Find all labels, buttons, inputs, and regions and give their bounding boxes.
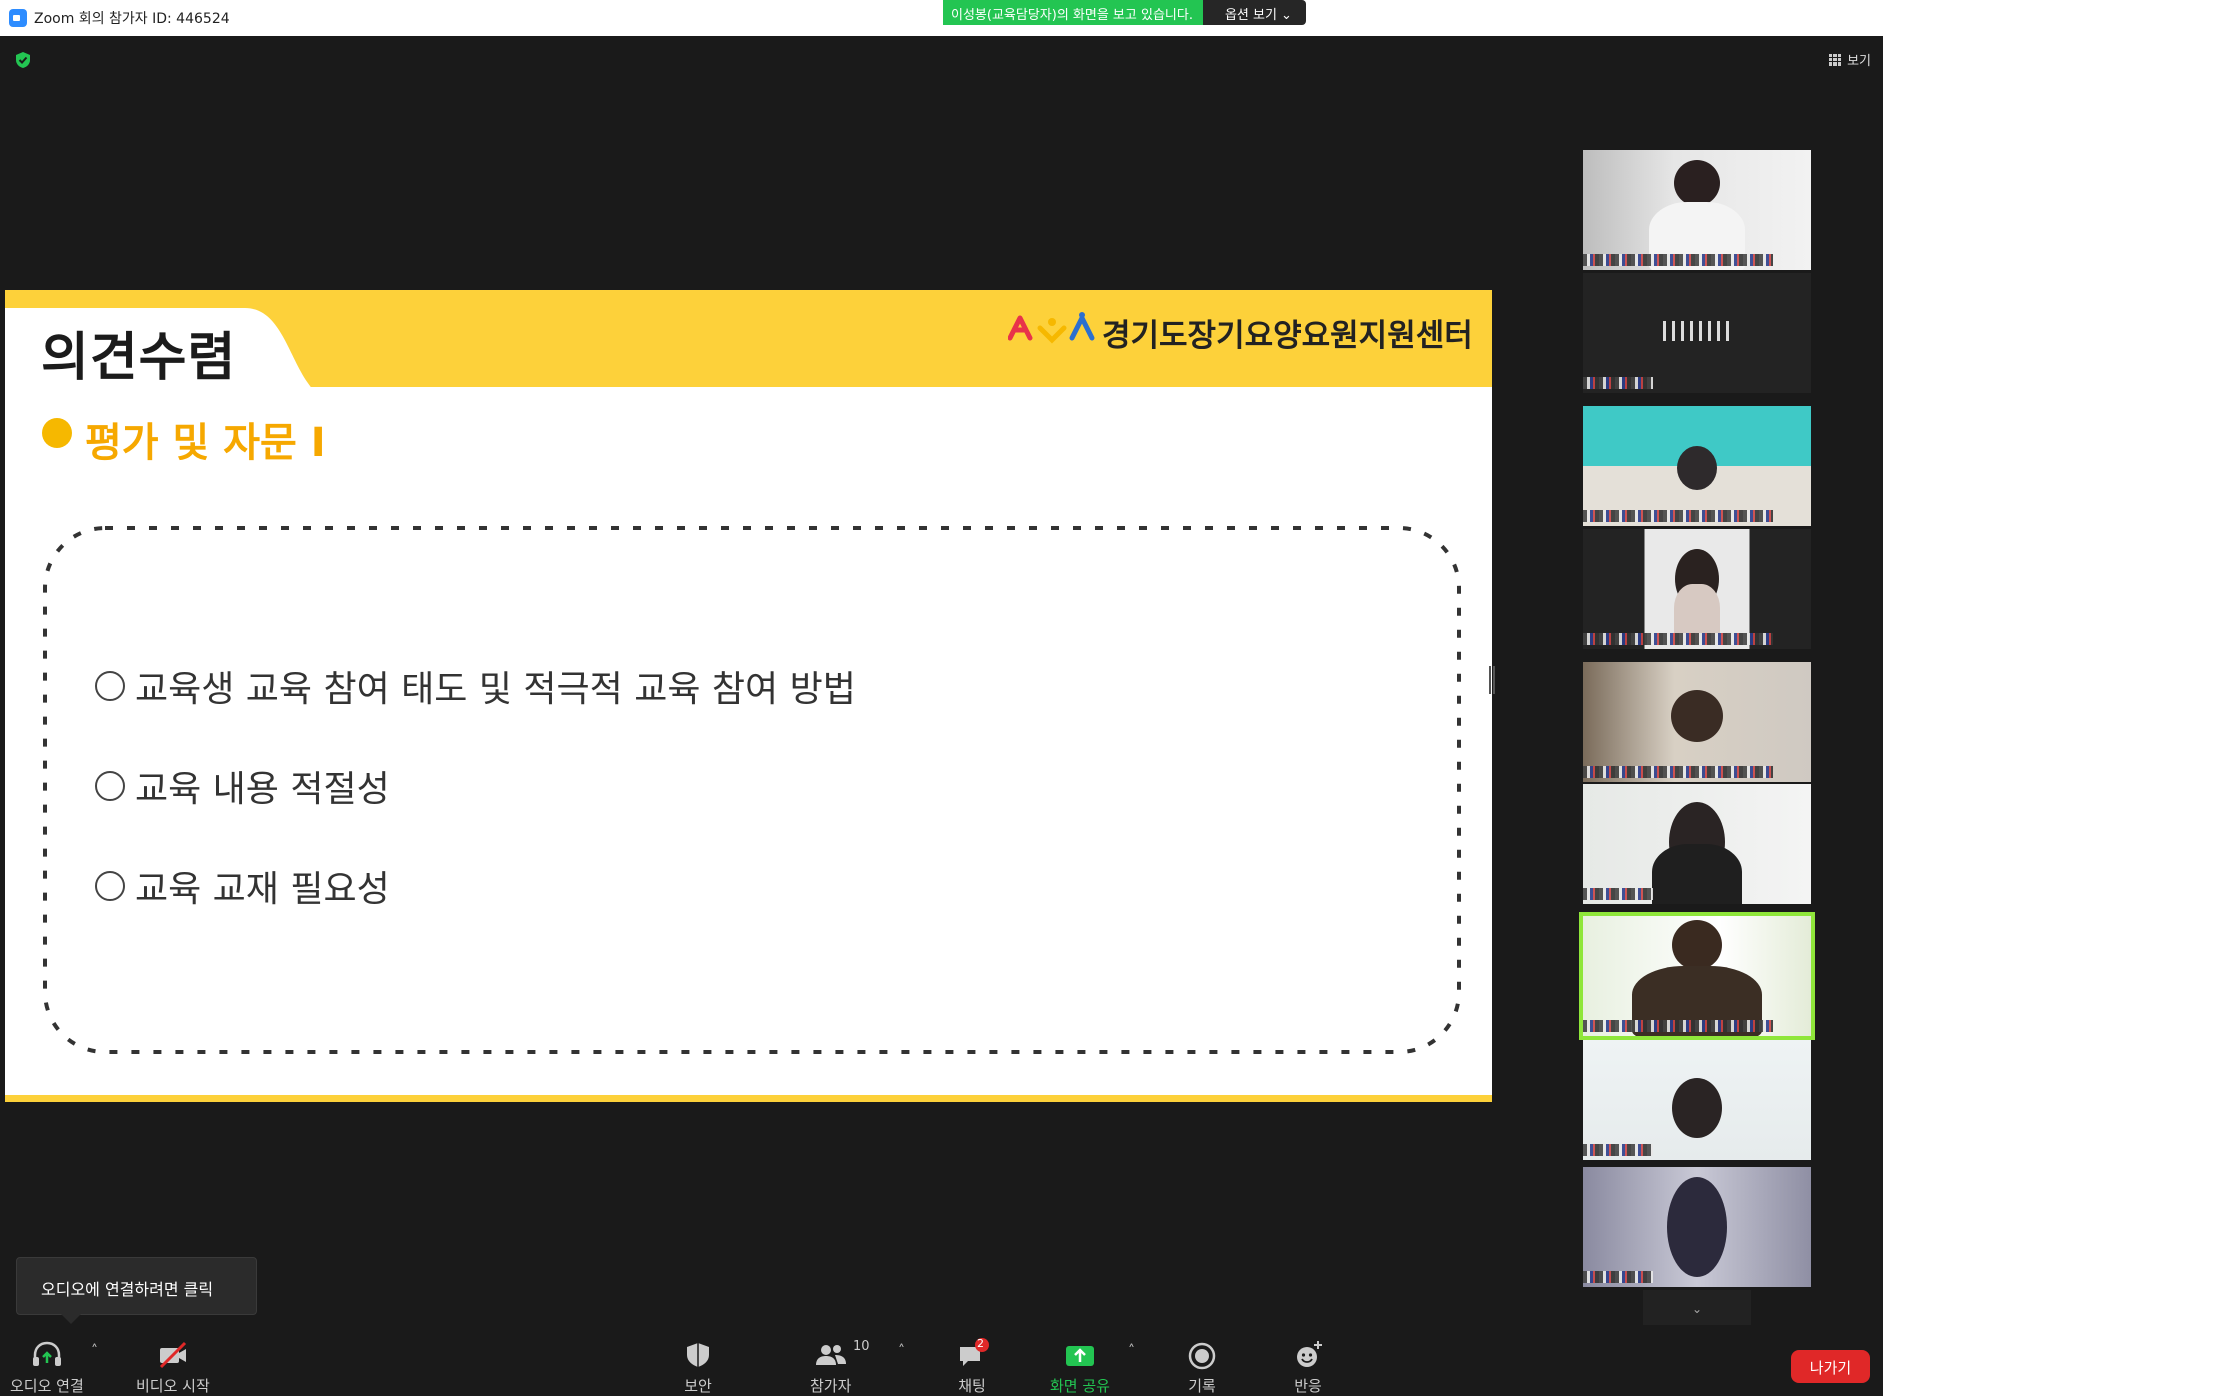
audio-connect-button[interactable]: 오디오 연결 [10,1325,84,1396]
reactions-button[interactable]: 반응 [1290,1325,1326,1396]
viewing-banner-text: 이성봉(교육담당자)의 화면을 보고 있습니다. [943,0,1203,25]
view-button-label: 보기 [1847,54,1871,69]
chat-button[interactable]: 채팅 [954,1325,990,1396]
participant-tile-active-speaker[interactable] [1579,912,1815,1040]
record-icon [1188,1342,1216,1370]
share-caret-icon[interactable]: ˄ [1128,1343,1135,1359]
circle-bullet-icon [95,671,125,701]
participants-label: 참가자 [810,1377,852,1395]
section-title: 평가 및 자문 I [85,420,326,466]
section-bullet-icon [42,418,72,448]
slide-title: 의견수렴 [41,328,237,388]
reactions-icon [1297,1341,1322,1367]
chat-label: 채팅 [958,1377,986,1395]
panel-splitter-handle[interactable] [1489,666,1495,694]
circle-bullet-icon [95,771,125,801]
participant-tile[interactable] [1583,662,1811,782]
list-item: 교육생 교육 참여 태도 및 적극적 교육 참여 방법 [95,660,856,712]
panel-scroll-down-button[interactable]: ⌄ [1643,1290,1751,1328]
view-button[interactable]: 보기 [1829,50,1871,69]
video-off-icon [159,1341,186,1369]
security-button[interactable]: 보안 [680,1325,716,1396]
list-item-text: 교육 내용 적절성 [135,769,390,810]
headphones-icon [32,1341,61,1366]
chat-icon [960,1338,989,1366]
participant-tile[interactable] [1583,1167,1811,1287]
shared-screen-slide: 의견수렴 경기도장기요양요원지원센터 평가 및 자문 I 교육생 교육 참여 태… [5,290,1492,1102]
share-screen-button[interactable]: 화면 공유 [1050,1325,1110,1396]
list-item: 교육 교재 필요성 [95,860,390,912]
video-start-label: 비디오 시작 [136,1377,210,1395]
security-label: 보안 [684,1377,712,1395]
window-title: Zoom 회의 참가자 ID: 446524 [34,11,230,27]
participants-caret-icon[interactable]: ˄ [898,1343,905,1359]
participant-tile[interactable] [1583,406,1811,526]
participants-button[interactable]: 참가자 [810,1325,851,1396]
participant-tile[interactable] [1583,1040,1811,1160]
participant-tile[interactable] [1583,273,1811,393]
participants-count: 10 [853,1339,870,1354]
window-titlebar: Zoom 회의 참가자 ID: 446524 이성봉(교육담당자)의 화면을 보… [0,0,2237,36]
share-screen-label: 화면 공유 [1050,1377,1110,1395]
meeting-toolbar: 오디오 연결 ˄ 비디오 시작 보안 참가자 10 ˄ 채팅 2 화면 공유 ˄… [0,1325,1883,1396]
org-name: 경기도장기요양요원지원센터 [1102,318,1473,354]
audio-connect-tooltip[interactable]: 오디오에 연결하려면 클릭 [16,1257,257,1324]
record-label: 기록 [1188,1377,1216,1395]
share-screen-icon [1065,1346,1094,1366]
participant-tile[interactable] [1583,529,1811,649]
chat-badge: 2 [977,1337,984,1350]
audio-connect-label: 오디오 연결 [10,1377,84,1395]
list-item-text: 교육 교재 필요성 [135,869,390,910]
reactions-label: 반응 [1294,1377,1322,1395]
participants-icon [815,1345,846,1365]
viewing-banner: 이성봉(교육담당자)의 화면을 보고 있습니다. 옵션 보기 ⌄ [943,0,1306,25]
participant-tile[interactable] [1583,150,1811,270]
shield-icon [687,1343,709,1367]
view-options-button[interactable]: 옵션 보기 ⌄ [1202,0,1306,25]
slide-bottom-line [5,1095,1492,1102]
leave-button[interactable]: 나가기 [1791,1350,1870,1383]
list-item: 교육 내용 적절성 [95,760,390,812]
participant-tile[interactable] [1583,784,1811,904]
video-start-button[interactable]: 비디오 시작 [136,1325,210,1396]
list-item-text: 교육생 교육 참여 태도 및 적극적 교육 참여 방법 [135,669,856,710]
record-button[interactable]: 기록 [1184,1325,1220,1396]
zoom-logo-icon [9,9,27,27]
shield-icon[interactable] [14,51,32,69]
circle-bullet-icon [95,871,125,901]
audio-caret-icon[interactable]: ˄ [91,1343,98,1359]
grid-icon [1829,53,1842,66]
org-logo-icon [1008,312,1095,344]
